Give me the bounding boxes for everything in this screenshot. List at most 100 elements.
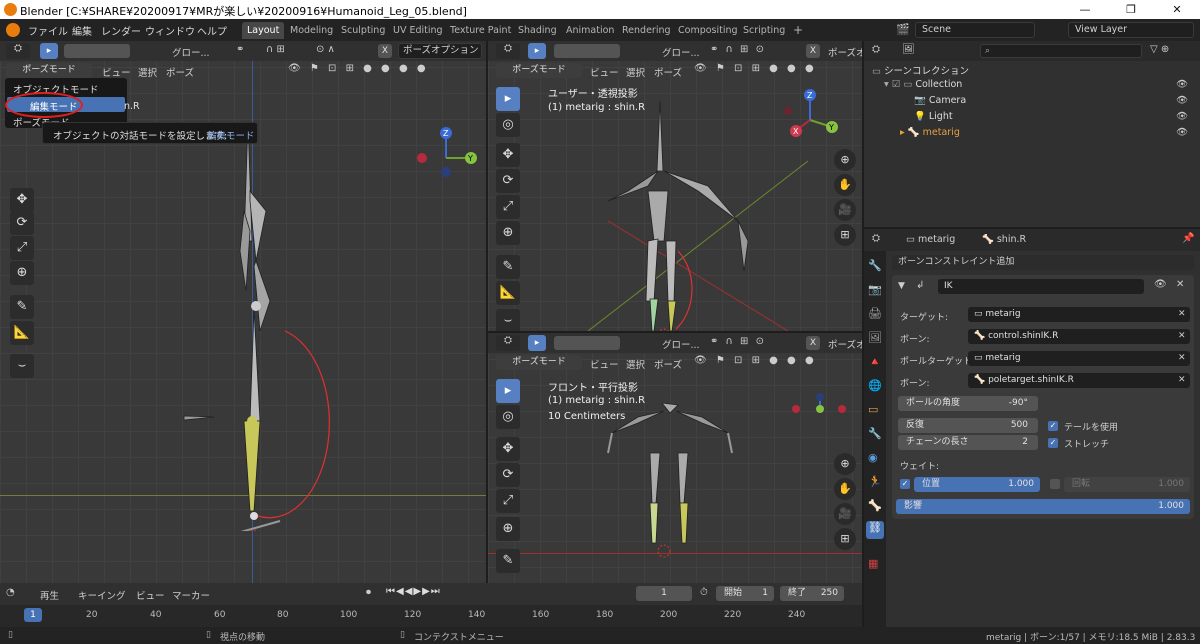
select-tool-icon[interactable]: ▸ bbox=[528, 43, 546, 59]
outliner-item-collection[interactable]: ▾ ☑ ▭ Collection 👁 bbox=[884, 79, 1194, 90]
selection-mode-buttons[interactable] bbox=[554, 44, 620, 58]
minimize-button[interactable]: — bbox=[1062, 0, 1108, 19]
annotate-tool-icon[interactable]: ✎ bbox=[10, 295, 34, 319]
viewport-left[interactable]: ⛭ ▸ グロー... ⚭ ∩ ⊞ ⊙ ∧ X ポーズオプション ポーズモード ビ… bbox=[0, 41, 486, 583]
viewport-shading-icons[interactable]: 👁 ⚑ ⊡ ⊞ ● ● ● ● bbox=[288, 63, 478, 78]
tool-tab-icon[interactable]: 🔧 bbox=[868, 259, 882, 272]
modifier-tab-icon[interactable]: 🔧 bbox=[868, 427, 882, 440]
menu-playback[interactable]: 再生 bbox=[40, 588, 59, 602]
pose-options-dropdown[interactable]: ポーズオ bbox=[828, 337, 862, 351]
move-tool-icon[interactable]: ✥ bbox=[496, 437, 520, 461]
snapping-icons[interactable]: ⚭ ∩ ⊞ ⊙ bbox=[710, 336, 820, 350]
blender-menu-icon[interactable] bbox=[6, 23, 20, 37]
cursor-tool-icon[interactable]: ◎ bbox=[496, 113, 520, 137]
object-tab-icon[interactable]: ▭ bbox=[868, 403, 878, 416]
zoom-icon[interactable]: ⊕ bbox=[834, 149, 856, 171]
relax-tool-icon[interactable]: ⌣ bbox=[496, 309, 520, 331]
transform-tool-icon[interactable]: ⊕ bbox=[10, 261, 34, 285]
proportional-icon[interactable]: ⊙ ∧ bbox=[316, 44, 366, 58]
scale-tool-icon[interactable]: ⤢ bbox=[496, 489, 520, 513]
move-tool-icon[interactable]: ✥ bbox=[10, 188, 34, 212]
end-frame-field[interactable]: 終了 250 bbox=[780, 586, 844, 601]
clear-pole-bone-icon[interactable]: ✕ bbox=[1178, 373, 1186, 388]
add-workspace-button[interactable]: + bbox=[788, 22, 808, 39]
pose-options-dropdown[interactable]: ポーズオプション bbox=[398, 43, 482, 59]
menu-file[interactable]: ファイル bbox=[28, 23, 68, 38]
camera-view-icon[interactable]: 🎥 bbox=[834, 503, 856, 525]
transform-orientation[interactable]: グロー... bbox=[662, 337, 700, 351]
editor-type-icon[interactable]: ⛭ bbox=[496, 335, 520, 351]
constraint-name-input[interactable]: IK bbox=[938, 279, 1144, 294]
menu-select[interactable]: 選択 bbox=[138, 65, 157, 79]
transform-tool-icon[interactable]: ⊕ bbox=[496, 221, 520, 245]
scale-tool-icon[interactable]: ⤢ bbox=[10, 236, 34, 260]
menu-select[interactable]: 選択 bbox=[626, 357, 645, 371]
output-tab-icon[interactable]: 🖨 bbox=[868, 307, 882, 320]
mode-dropdown[interactable]: ポーズモード bbox=[496, 355, 582, 370]
menu-render[interactable]: レンダー bbox=[101, 23, 141, 38]
collapse-arrow-icon[interactable]: ▼ bbox=[898, 281, 905, 291]
pole-angle-slider[interactable]: ポールの角度 -90° bbox=[898, 396, 1038, 411]
editor-type-icon[interactable]: ⛭ bbox=[872, 233, 880, 244]
view-layer-tab-icon[interactable]: 🖼 bbox=[868, 331, 882, 344]
editor-type-icon[interactable]: ⛭ bbox=[872, 44, 900, 58]
navigation-gizmo[interactable]: Z Y bbox=[410, 125, 482, 197]
tab-compositing[interactable]: Compositing bbox=[673, 22, 743, 39]
move-tool-icon[interactable]: ✥ bbox=[496, 143, 520, 167]
measure-tool-icon[interactable]: 📐 bbox=[496, 281, 520, 305]
close-button[interactable]: ✕ bbox=[1154, 0, 1200, 19]
rotate-tool-icon[interactable]: ⟳ bbox=[496, 463, 520, 487]
current-frame-field[interactable]: 1 bbox=[636, 586, 692, 601]
mirror-x-button[interactable]: X bbox=[806, 336, 820, 350]
pivot-icon[interactable]: ⚭ bbox=[236, 44, 256, 58]
pole-bone-field[interactable]: 🦴 poletarget.shinIK.R bbox=[968, 373, 1190, 388]
menu-help[interactable]: ヘルプ bbox=[197, 23, 227, 38]
scale-tool-icon[interactable]: ⤢ bbox=[496, 195, 520, 219]
menu-view[interactable]: ビュー bbox=[590, 357, 619, 371]
filter-icon[interactable]: ▽ ⊕ bbox=[1150, 44, 1190, 58]
viewport-shading-icons[interactable]: 👁 ⚑ ⊡ ⊞ ● ● ● bbox=[694, 355, 860, 370]
scene-tab-icon[interactable]: 🔺 bbox=[868, 355, 882, 368]
transform-tool-icon[interactable]: ⊕ bbox=[496, 517, 520, 541]
playhead[interactable]: 1 bbox=[24, 608, 42, 622]
select-tool-icon[interactable]: ▸ bbox=[40, 43, 58, 59]
pole-target-field[interactable]: ▭ metarig bbox=[968, 351, 1190, 366]
add-bone-constraint-dropdown[interactable]: ボーンコンストレイント追加 bbox=[892, 255, 1194, 270]
view-layer-selector[interactable]: View Layer bbox=[1068, 22, 1194, 38]
menu-pose[interactable]: ポーズ bbox=[654, 357, 682, 371]
clear-target-icon[interactable]: ✕ bbox=[1178, 307, 1186, 322]
visibility-eye-icon[interactable]: 👁 bbox=[1176, 127, 1188, 138]
tab-layout[interactable]: Layout bbox=[242, 22, 285, 39]
editor-type-icon[interactable]: ◔ bbox=[6, 587, 15, 598]
constraint-delete-icon[interactable]: ✕ bbox=[1176, 279, 1184, 290]
tab-rendering[interactable]: Rendering bbox=[617, 22, 676, 39]
position-checkbox[interactable]: ✓ bbox=[900, 479, 910, 489]
zoom-icon[interactable]: ⊕ bbox=[834, 453, 856, 475]
record-icon[interactable]: ⏺ bbox=[366, 587, 371, 598]
rotation-weight-slider[interactable]: 回転 1.000 bbox=[1064, 477, 1190, 492]
armature-figure[interactable] bbox=[170, 91, 350, 531]
target-field[interactable]: ▭ metarig bbox=[968, 307, 1190, 322]
ortho-grid-icon[interactable]: ⊞ bbox=[834, 224, 856, 246]
clear-target-bone-icon[interactable]: ✕ bbox=[1178, 329, 1186, 344]
tab-sculpting[interactable]: Sculpting bbox=[336, 22, 390, 39]
bone-constraint-tab-icon[interactable]: ⛓ bbox=[866, 521, 884, 539]
camera-view-icon[interactable]: 🎥 bbox=[834, 199, 856, 221]
viewport-right-top[interactable]: ⛭ ▸ グロー... ⚭ ∩ ⊞ ⊙ X ポーズオ ポーズモード ビュー 選択 … bbox=[488, 41, 862, 331]
outliner-item-light[interactable]: 💡 Light 👁 bbox=[914, 111, 1194, 122]
visibility-eye-icon[interactable]: 👁 bbox=[1176, 95, 1188, 106]
measure-tool-icon[interactable]: 📐 bbox=[10, 321, 34, 345]
transform-orientation[interactable]: グロー... bbox=[662, 45, 700, 59]
mode-dropdown[interactable]: ポーズモード bbox=[496, 63, 582, 78]
rotation-checkbox[interactable] bbox=[1050, 479, 1060, 489]
texture-tab-icon[interactable]: ▦ bbox=[868, 557, 878, 570]
influence-slider[interactable]: 影響 1.000 bbox=[896, 499, 1190, 514]
navigation-gizmo[interactable] bbox=[788, 393, 852, 433]
selection-mode-buttons[interactable] bbox=[64, 44, 130, 58]
tab-modeling[interactable]: Modeling bbox=[285, 22, 338, 39]
menu-view[interactable]: ビュー bbox=[136, 588, 165, 602]
timeline-ruler[interactable]: 1 20 40 60 80 100 120 140 160 180 200 22… bbox=[0, 605, 862, 627]
clear-pole-target-icon[interactable]: ✕ bbox=[1178, 351, 1186, 366]
iterations-slider[interactable]: 反復 500 bbox=[898, 418, 1038, 433]
menu-window[interactable]: ウィンドウ bbox=[145, 23, 195, 38]
